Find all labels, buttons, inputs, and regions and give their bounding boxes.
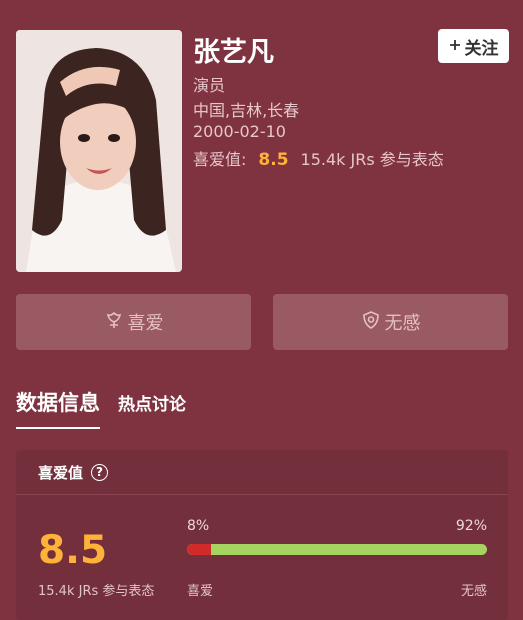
tab-hot-discussion[interactable]: 热点讨论 [118, 390, 186, 429]
plus-icon [449, 36, 461, 56]
follow-button[interactable]: 关注 [438, 29, 509, 63]
flower-icon [104, 310, 124, 335]
like-percent: 8% [187, 518, 210, 534]
shield-icon [361, 310, 381, 335]
rating-bar [187, 544, 487, 555]
rating-panel-title: 喜爱值 [38, 463, 84, 482]
rating-panel-header: 喜爱值 ? [16, 450, 508, 495]
profile-name: 张艺凡 [193, 37, 274, 68]
profile-photo [16, 30, 182, 272]
profile-role: 演员 [193, 76, 226, 95]
follow-label: 关注 [464, 38, 499, 59]
dislike-percent: 92% [455, 518, 487, 534]
question-icon[interactable]: ? [91, 463, 109, 481]
tab-bar: 数据信息 热点讨论 [16, 387, 186, 429]
like-label: 喜爱 [127, 313, 164, 334]
dislike-button[interactable]: 无感 [273, 294, 508, 350]
rating-votes: 15.4k JRs 参与表态 [38, 584, 155, 599]
rating-panel: 喜爱值 ? 8.5 15.4k JRs 参与表态 8% 92% 喜爱 无感 [16, 450, 508, 620]
like-button[interactable]: 喜爱 [16, 294, 251, 350]
rating-score: 8.5 [38, 528, 108, 573]
rating-like-label: 喜爱 [187, 584, 214, 599]
score-label: 喜爱值: [193, 150, 247, 169]
profile-location: 中国,吉林,长春 [193, 101, 300, 120]
rating-dislike-label: 无感 [460, 584, 487, 599]
score-value: 8.5 [258, 150, 289, 170]
dislike-label: 无感 [384, 313, 421, 334]
profile-score-row: 喜爱值: 8.5 15.4k JRs 参与表态 [193, 146, 444, 170]
votes-count: 15.4k JRs 参与表态 [300, 150, 444, 169]
profile-birthday: 2000-02-10 [193, 122, 286, 141]
tab-data-info[interactable]: 数据信息 [16, 387, 100, 429]
rating-bar-like-segment [187, 544, 211, 555]
